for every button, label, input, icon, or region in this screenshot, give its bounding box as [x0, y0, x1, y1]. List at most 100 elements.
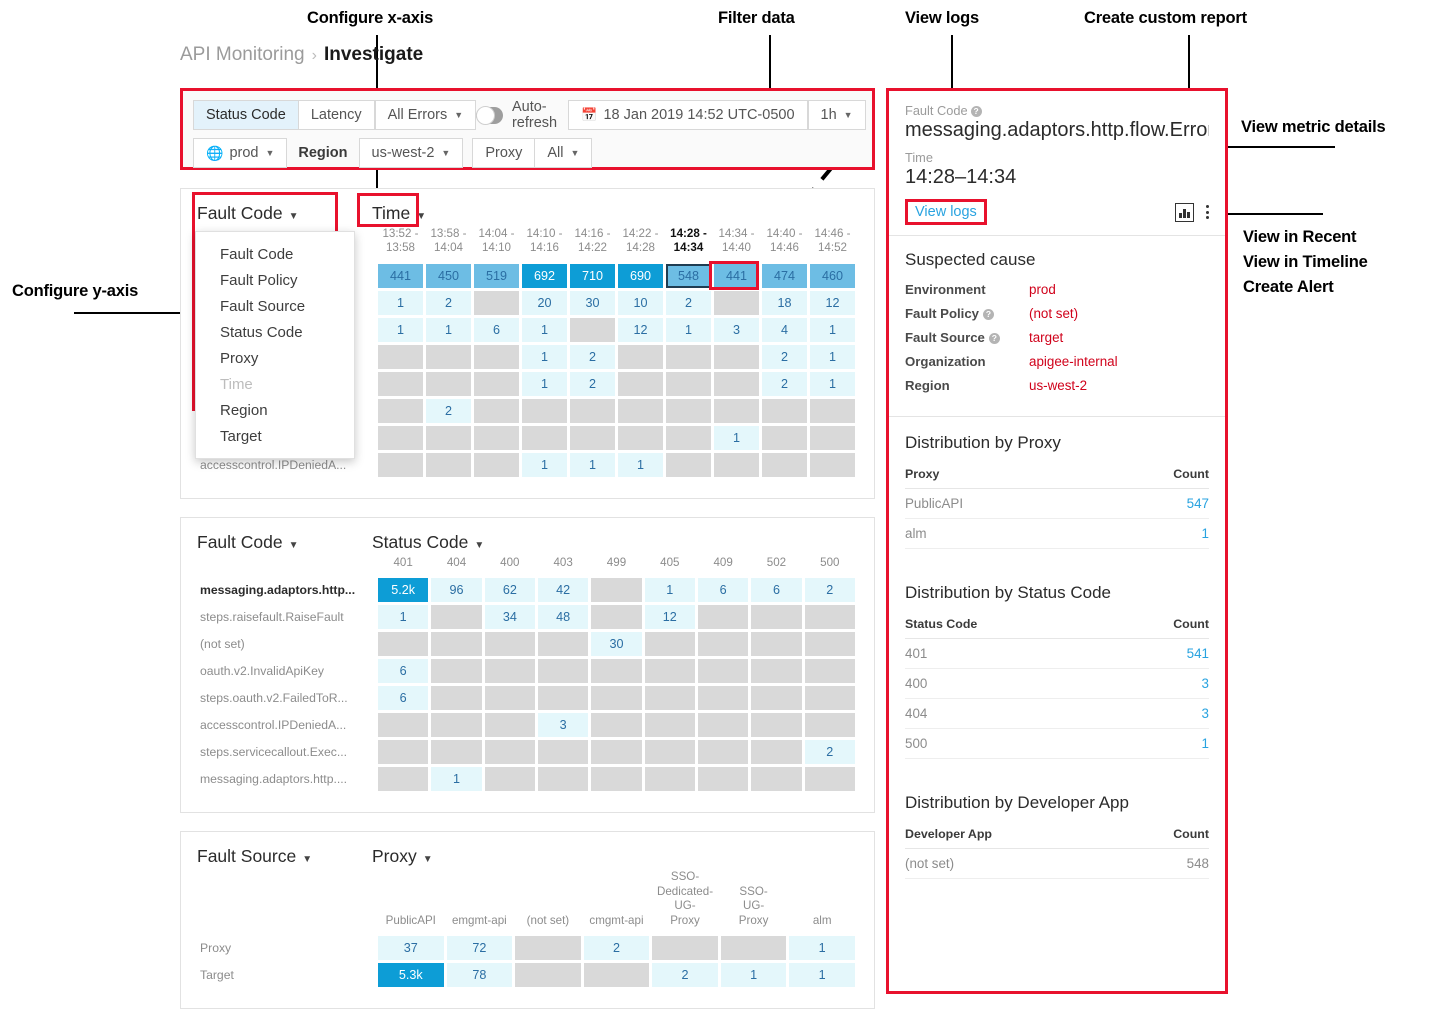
- heatmap-cell[interactable]: [666, 371, 711, 396]
- heatmap-cell[interactable]: [522, 425, 567, 450]
- heatmap-cell[interactable]: [644, 740, 695, 765]
- all-errors-dropdown[interactable]: All Errors ▼: [374, 100, 477, 130]
- region-dropdown[interactable]: us-west-2 ▼: [358, 138, 464, 168]
- heatmap-cell[interactable]: 441: [378, 263, 423, 288]
- heatmap-cell[interactable]: [751, 686, 802, 711]
- value-environment[interactable]: prod: [1029, 282, 1056, 297]
- heatmap-column-header[interactable]: 14:40 -14:46: [762, 227, 807, 261]
- breadcrumb-root[interactable]: API Monitoring: [180, 44, 305, 65]
- heatmap-cell[interactable]: 4: [762, 317, 807, 342]
- heatmap-cell[interactable]: [474, 425, 519, 450]
- heatmap-cell[interactable]: [697, 632, 749, 657]
- heatmap-cell[interactable]: 1: [720, 963, 787, 988]
- heatmap-cell[interactable]: [431, 686, 482, 711]
- heatmap-cell[interactable]: [378, 740, 429, 765]
- heatmap-column-header[interactable]: 405: [645, 556, 695, 575]
- value-fault-policy[interactable]: (not set): [1029, 306, 1078, 321]
- menu-item-fault-policy[interactable]: Fault Policy: [196, 267, 354, 293]
- view-logs-link[interactable]: View logs: [905, 199, 987, 225]
- heatmap-column-header[interactable]: SSO- Dedicated- UG- Proxy: [652, 870, 718, 933]
- heatmap-column-header[interactable]: SSO- UG- Proxy: [721, 870, 787, 933]
- heatmap-cell[interactable]: 1: [522, 317, 567, 342]
- heatmap-cell[interactable]: [583, 963, 650, 988]
- heatmap-cell[interactable]: 548: [666, 263, 711, 288]
- heatmap-column-header[interactable]: emgmt-api: [447, 870, 513, 933]
- heatmap-cell[interactable]: [484, 686, 535, 711]
- heatmap-cell[interactable]: 690: [618, 263, 663, 288]
- heatmap-cell[interactable]: [537, 767, 589, 792]
- heatmap-cell[interactable]: 1: [714, 425, 759, 450]
- heatmap-cell[interactable]: [474, 344, 519, 369]
- heatmap-cell[interactable]: [762, 425, 807, 450]
- heatmap-column-header[interactable]: 14:10 -14:16: [522, 227, 567, 261]
- heatmap-cell[interactable]: [714, 371, 759, 396]
- heatmap-cell[interactable]: [431, 740, 482, 765]
- heatmap-cell[interactable]: [720, 936, 787, 961]
- heatmap-cell[interactable]: [474, 398, 519, 423]
- x-axis-selector-proxy-chart[interactable]: Proxy ▼: [372, 846, 433, 867]
- heatmap-cell[interactable]: [537, 686, 589, 711]
- heatmap-table-proxy[interactable]: PublicAPI emgmt-api (not set) cmgmt-api SSO-…: [197, 867, 858, 990]
- menu-item-status-code[interactable]: Status Code: [196, 319, 354, 345]
- x-axis-selector-status-chart[interactable]: Status Code ▼: [372, 532, 484, 553]
- distribution-row-count[interactable]: 3: [1108, 698, 1209, 729]
- heatmap-cell[interactable]: [378, 371, 423, 396]
- heatmap-cell[interactable]: 2: [570, 344, 615, 369]
- help-icon[interactable]: ?: [970, 106, 982, 117]
- heatmap-cell[interactable]: [484, 767, 535, 792]
- y-axis-selector-proxy-chart[interactable]: Fault Source ▼: [197, 846, 372, 867]
- heatmap-cell[interactable]: 42: [537, 578, 589, 603]
- heatmap-cell[interactable]: 3: [537, 713, 589, 738]
- heatmap-cell[interactable]: 6: [751, 578, 802, 603]
- heatmap-cell[interactable]: [426, 425, 471, 450]
- tab-latency[interactable]: Latency: [297, 100, 375, 130]
- heatmap-cell[interactable]: [474, 371, 519, 396]
- heatmap-cell[interactable]: [697, 659, 749, 684]
- heatmap-cell[interactable]: [431, 659, 482, 684]
- heatmap-cell[interactable]: [591, 740, 642, 765]
- heatmap-cell[interactable]: [697, 713, 749, 738]
- heatmap-cell[interactable]: [666, 398, 711, 423]
- heatmap-cell[interactable]: [426, 344, 471, 369]
- heatmap-cell[interactable]: [484, 659, 535, 684]
- heatmap-cell[interactable]: [804, 686, 855, 711]
- heatmap-cell[interactable]: [484, 713, 535, 738]
- heatmap-cell[interactable]: [378, 632, 429, 657]
- help-icon[interactable]: ?: [988, 333, 1000, 344]
- heatmap-cell[interactable]: 6: [378, 659, 429, 684]
- heatmap-cell[interactable]: [570, 317, 615, 342]
- heatmap-cell[interactable]: [804, 713, 855, 738]
- distribution-row-count[interactable]: 1: [1093, 518, 1209, 549]
- heatmap-cell[interactable]: 1: [618, 452, 663, 477]
- heatmap-cell[interactable]: 1: [378, 290, 423, 315]
- heatmap-cell[interactable]: [591, 686, 642, 711]
- heatmap-cell[interactable]: [474, 452, 519, 477]
- heatmap-cell[interactable]: 1: [378, 317, 423, 342]
- menu-item-fault-code[interactable]: Fault Code: [196, 241, 354, 267]
- heatmap-cell[interactable]: [804, 605, 855, 630]
- distribution-row-count[interactable]: 547: [1093, 488, 1209, 519]
- heatmap-cell[interactable]: [714, 290, 759, 315]
- heatmap-cell[interactable]: 710: [570, 263, 615, 288]
- menu-item-target[interactable]: Target: [196, 423, 354, 449]
- heatmap-cell[interactable]: [484, 740, 535, 765]
- heatmap-cell[interactable]: 2: [666, 290, 711, 315]
- heatmap-cell[interactable]: [751, 632, 802, 657]
- heatmap-cell[interactable]: [591, 605, 642, 630]
- heatmap-cell[interactable]: 2: [652, 963, 718, 988]
- heatmap-cell[interactable]: [426, 452, 471, 477]
- heatmap-cell[interactable]: 48: [537, 605, 589, 630]
- heatmap-cell[interactable]: 2: [804, 740, 855, 765]
- heatmap-cell[interactable]: 3: [714, 317, 759, 342]
- heatmap-cell[interactable]: 18: [762, 290, 807, 315]
- heatmap-cell[interactable]: [378, 344, 423, 369]
- heatmap-cell[interactable]: [804, 659, 855, 684]
- heatmap-cell[interactable]: [426, 371, 471, 396]
- heatmap-cell[interactable]: 1: [644, 578, 695, 603]
- heatmap-cell[interactable]: [591, 578, 642, 603]
- heatmap-cell[interactable]: [570, 398, 615, 423]
- heatmap-cell[interactable]: 1: [522, 371, 567, 396]
- heatmap-column-header[interactable]: 14:16 -14:22: [570, 227, 615, 261]
- heatmap-cell[interactable]: [378, 767, 429, 792]
- heatmap-column-header[interactable]: 14:28 -14:34: [666, 227, 711, 261]
